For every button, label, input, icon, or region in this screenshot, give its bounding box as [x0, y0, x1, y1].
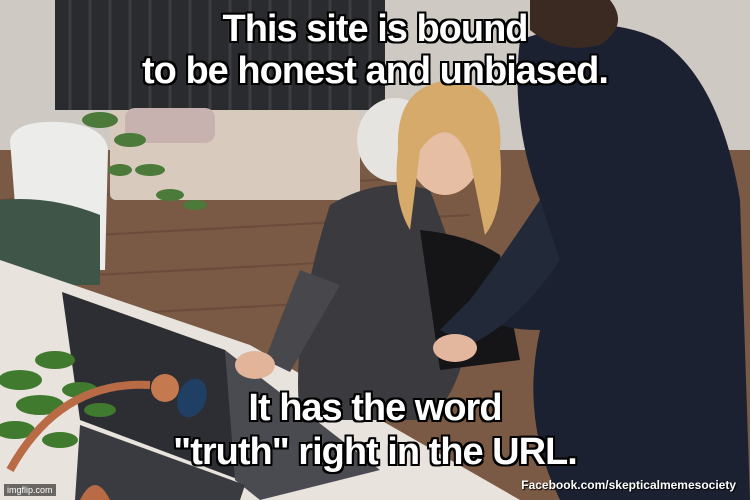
facebook-credit: Facebook.com/skepticalmemesociety	[521, 478, 736, 492]
bottom-caption-line-2: "truth" right in the URL.	[173, 431, 578, 473]
bottom-caption: It has the word "truth" right in the URL…	[0, 386, 750, 474]
top-caption: This site is bound to be honest and unbi…	[0, 8, 750, 92]
meme-image: This site is bound to be honest and unbi…	[0, 0, 750, 500]
woman-standing-hand	[433, 334, 477, 362]
bottom-caption-line-1: It has the word	[248, 387, 502, 429]
woman-seated-hand	[235, 351, 275, 379]
top-caption-line-1: This site is bound	[222, 8, 528, 50]
top-caption-line-2: to be honest and unbiased.	[142, 50, 609, 92]
imgflip-watermark: imgflip.com	[4, 484, 56, 496]
